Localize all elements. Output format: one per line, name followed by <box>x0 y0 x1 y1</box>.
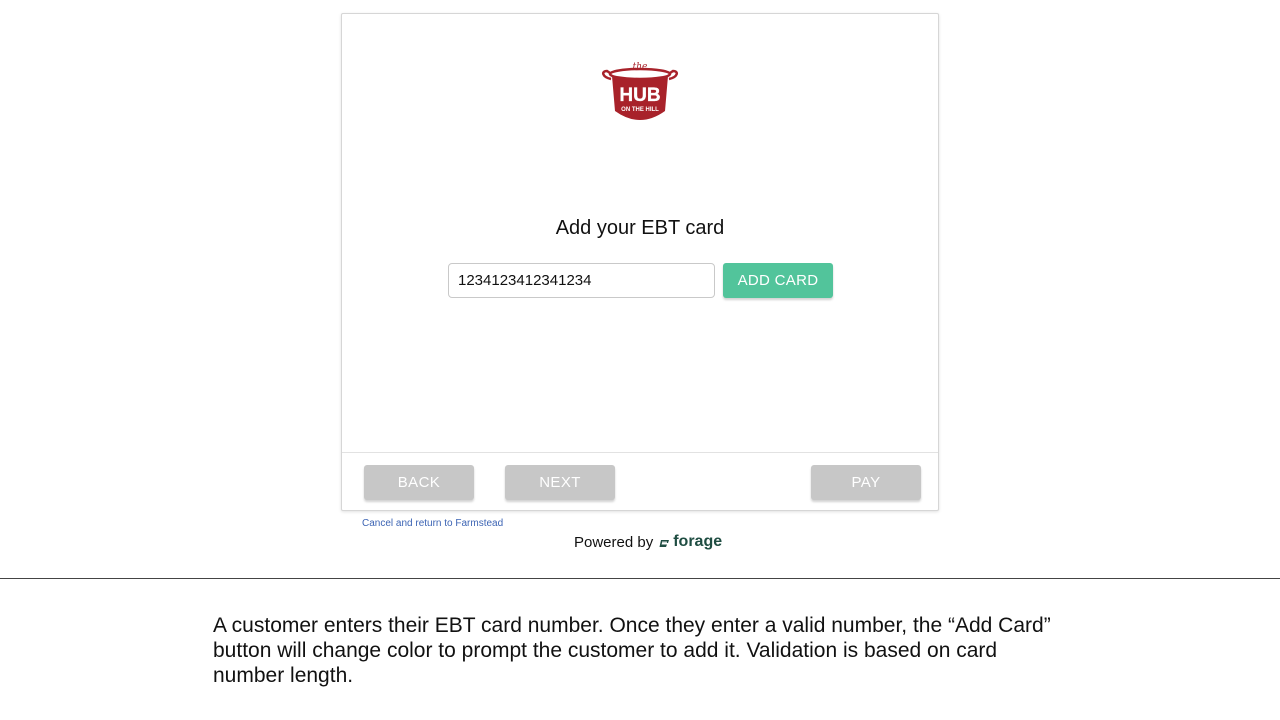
checkout-card: the HUB ON THE HILL Add your EBT card AD… <box>341 13 939 511</box>
cancel-return-link[interactable]: Cancel and return to Farmstead <box>362 518 503 529</box>
ebt-card-number-input[interactable] <box>448 263 715 298</box>
svg-text:the: the <box>633 62 648 72</box>
back-button[interactable]: BACK <box>364 465 474 500</box>
svg-text:HUB: HUB <box>619 85 660 106</box>
forage-brand-name: forage <box>673 533 723 550</box>
card-title: Add your EBT card <box>555 217 725 239</box>
pay-button[interactable]: PAY <box>811 465 921 500</box>
forage-icon <box>659 539 670 547</box>
forage-brand: forage <box>659 533 722 551</box>
pot-logo-icon: the HUB ON THE HILL <box>602 62 678 120</box>
hub-logo: the HUB ON THE HILL <box>598 61 682 125</box>
next-button[interactable]: NEXT <box>505 465 615 500</box>
add-card-button[interactable]: ADD CARD <box>723 263 833 298</box>
page: the HUB ON THE HILL Add your EBT card AD… <box>0 0 1280 720</box>
powered-by: Powered by forage <box>574 533 722 551</box>
powered-by-label: Powered by <box>574 533 654 551</box>
svg-text:ON THE HILL: ON THE HILL <box>621 107 659 113</box>
card-footer: BACK NEXT PAY <box>342 452 938 510</box>
description-caption: A customer enters their EBT card number.… <box>213 614 1051 687</box>
section-divider <box>0 578 1280 579</box>
